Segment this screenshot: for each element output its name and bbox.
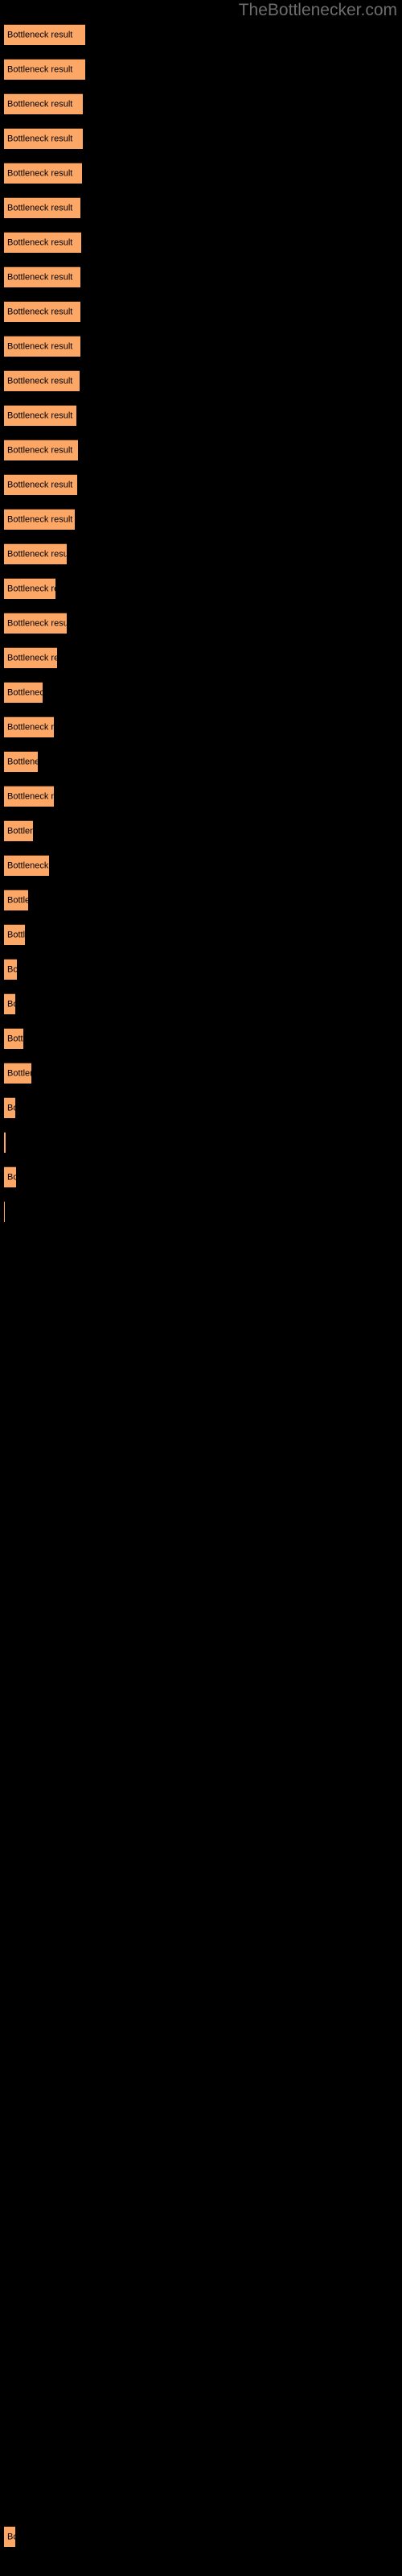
bar[interactable]: Bottleneck result <box>4 59 85 80</box>
bar-label: Bottleneck result <box>7 30 73 39</box>
bar[interactable]: Bottleneck result <box>4 1063 31 1084</box>
bar[interactable]: Bottleneck result <box>4 1132 6 1153</box>
bar-label: Bottleneck result <box>7 341 73 351</box>
bar-label: Bottleneck result <box>7 134 73 143</box>
bar[interactable]: Bottleneck result <box>4 682 43 703</box>
bar-label: Bottleneck result <box>7 861 49 870</box>
bar-label: Bottleneck result <box>7 687 43 697</box>
bar-label: Bottleneck result <box>7 653 57 663</box>
bar[interactable]: Bottleneck result <box>4 509 75 530</box>
bar-label: Bottleneck result <box>7 480 73 489</box>
bar-label: Bottleneck result <box>7 964 17 974</box>
bar[interactable]: Bottleneck result <box>4 336 80 357</box>
bar[interactable]: Bottleneck result <box>4 993 15 1014</box>
bar[interactable]: Bottleneck result <box>4 2526 15 2547</box>
bar-label: Bottleneck result <box>7 376 73 386</box>
bar[interactable]: Bottleneck result <box>4 24 85 45</box>
bar-label: Bottleneck result <box>7 584 55 593</box>
bar-label: Bottleneck result <box>7 514 73 524</box>
bar-label: Bottleneck result <box>7 237 73 247</box>
bar[interactable]: Bottleneck result <box>4 440 78 460</box>
bar-label: Bottleneck result <box>7 64 73 74</box>
bar[interactable]: Bottleneck result <box>4 474 77 495</box>
chart-canvas: TheBottlenecker.com Bottleneck result Bot… <box>0 0 402 2576</box>
bar-label: Bottleneck result <box>7 1068 31 1078</box>
bar[interactable]: Bottleneck result <box>4 647 57 668</box>
bar-label: Bottleneck result <box>7 999 15 1009</box>
bar[interactable]: Bottleneck result <box>4 959 17 980</box>
bar-label: Bottleneck result <box>7 757 38 766</box>
bar-label: Bottleneck result <box>7 2532 15 2541</box>
bar-label: Bottleneck result <box>7 618 67 628</box>
bar[interactable]: Bottleneck result <box>4 786 54 807</box>
bar-label: Bottleneck result <box>7 930 25 939</box>
bar[interactable]: Bottleneck result <box>4 128 83 149</box>
bar[interactable]: Bottleneck result <box>4 1201 5 1222</box>
bar[interactable]: Bottleneck result <box>4 578 55 599</box>
bar[interactable]: Bottleneck result <box>4 232 81 253</box>
bar[interactable]: Bottleneck result <box>4 197 80 218</box>
bar[interactable]: Bottleneck result <box>4 266 80 287</box>
bar[interactable]: Bottleneck result <box>4 301 80 322</box>
bar-label: Bottleneck result <box>7 411 73 420</box>
bar-label: Bottleneck result <box>7 1103 15 1113</box>
bar-label: Bottleneck result <box>7 445 73 455</box>
bar[interactable]: Bottleneck result <box>4 855 49 876</box>
bar[interactable]: Bottleneck result <box>4 405 76 426</box>
bar[interactable]: Bottleneck result <box>4 370 80 391</box>
bar-label: Bottleneck result <box>7 272 73 282</box>
page-title: TheBottlenecker.com <box>238 1 397 19</box>
bar[interactable]: Bottleneck result <box>4 163 82 184</box>
bar-label: Bottleneck result <box>7 1172 16 1182</box>
bar-label: Bottleneck result <box>7 99 73 109</box>
bar-label: Bottleneck result <box>7 791 54 801</box>
bar[interactable]: Bottleneck result <box>4 716 54 737</box>
bar-label: Bottleneck result <box>7 549 67 559</box>
bar[interactable]: Bottleneck result <box>4 820 33 841</box>
bar[interactable]: Bottleneck result <box>4 924 25 945</box>
bar-label: Bottleneck result <box>7 895 28 905</box>
bar[interactable]: Bottleneck result <box>4 1166 16 1187</box>
bar-label: Bottleneck result <box>7 203 73 213</box>
bar-label: Bottleneck result <box>7 722 54 732</box>
bar[interactable]: Bottleneck result <box>4 613 67 634</box>
bar[interactable]: Bottleneck result <box>4 1097 15 1118</box>
bar[interactable]: Bottleneck result <box>4 543 67 564</box>
bar[interactable]: Bottleneck result <box>4 751 38 772</box>
bar-label: Bottleneck result <box>7 1034 23 1043</box>
bar[interactable]: Bottleneck result <box>4 890 28 910</box>
bar-label: Bottleneck result <box>7 307 73 316</box>
bar[interactable]: Bottleneck result <box>4 1028 23 1049</box>
bar[interactable]: Bottleneck result <box>4 93 83 114</box>
bar-label: Bottleneck result <box>7 826 33 836</box>
bar-label: Bottleneck result <box>7 168 73 178</box>
